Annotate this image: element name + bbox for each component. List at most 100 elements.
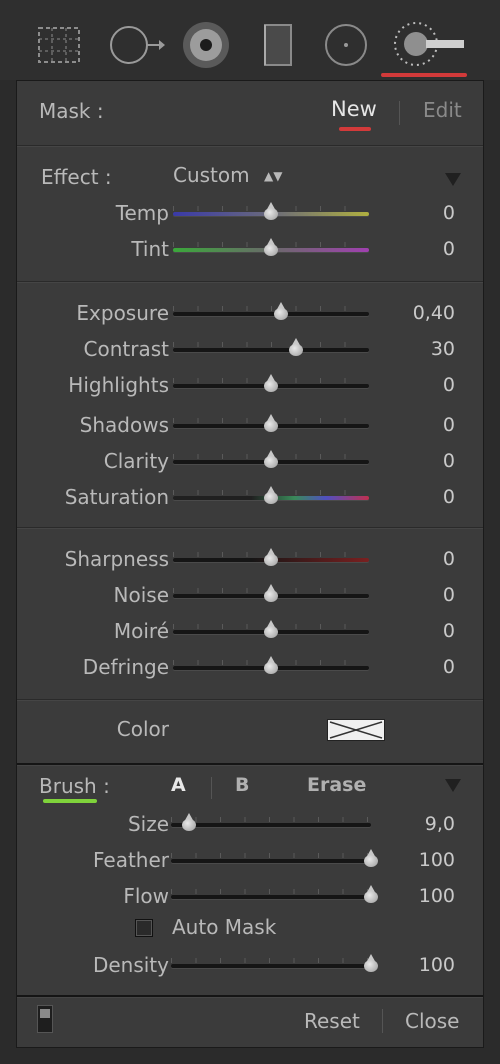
brush-erase-button[interactable]: Erase xyxy=(307,774,366,796)
slider-value[interactable]: 0 xyxy=(443,367,455,403)
slider-track[interactable] xyxy=(171,813,371,831)
slider-value[interactable]: 100 xyxy=(419,842,455,878)
divider xyxy=(17,527,483,528)
crop-overlay-icon[interactable] xyxy=(29,20,89,70)
slider-value[interactable]: 0 xyxy=(443,407,455,443)
mask-new-button[interactable]: New xyxy=(331,97,377,121)
slider-ticks xyxy=(171,958,371,963)
slider-track[interactable] xyxy=(173,656,369,674)
adjustment-brush-icon[interactable] xyxy=(390,20,470,70)
mask-label: Mask : xyxy=(39,99,104,123)
slider-label: Tint xyxy=(131,237,169,261)
brush-indicator xyxy=(43,799,97,803)
slider-label: Flow xyxy=(123,884,169,908)
slider-row-defringe: Defringe 0 xyxy=(17,649,483,685)
auto-mask-checkbox[interactable] xyxy=(135,919,153,937)
slider-track[interactable] xyxy=(173,486,369,504)
updown-arrows-icon: ▲▼ xyxy=(263,169,283,183)
section-divider xyxy=(17,763,483,765)
toggle-knob xyxy=(40,1009,50,1018)
footer-separator xyxy=(382,1009,383,1033)
slider-track[interactable] xyxy=(171,849,378,867)
color-swatch[interactable] xyxy=(327,719,385,741)
slider-value[interactable]: 0 xyxy=(443,577,455,613)
slider-row-tint: Tint 0 xyxy=(17,231,483,267)
slider-label: Feather xyxy=(92,848,169,872)
brush-collapse-triangle-icon[interactable] xyxy=(445,779,461,792)
slider-track[interactable] xyxy=(171,954,378,972)
effect-preset-dropdown[interactable]: Custom ▲▼ xyxy=(173,163,282,187)
slider-value[interactable]: 100 xyxy=(419,878,455,914)
slider-track[interactable] xyxy=(173,620,369,638)
mask-edit-button[interactable]: Edit xyxy=(423,98,462,122)
slider-thumb[interactable] xyxy=(262,584,280,602)
adjustment-brush-panel: Mask : New Edit Effect : Custom ▲▼ Temp 0… xyxy=(16,80,484,1048)
slider-label: Shadows xyxy=(79,413,169,437)
brush-b-button[interactable]: B xyxy=(235,774,249,796)
slider-row-saturation: Saturation 0 xyxy=(17,479,483,515)
slider-ticks xyxy=(171,853,371,858)
slider-thumb[interactable] xyxy=(272,302,290,320)
slider-thumb[interactable] xyxy=(362,849,380,867)
panel-toggle-switch[interactable] xyxy=(37,1005,53,1033)
slider-track[interactable] xyxy=(173,302,369,320)
graduated-filter-icon[interactable] xyxy=(248,20,308,70)
slider-label: Temp xyxy=(115,201,169,225)
slider-label: Defringe xyxy=(82,655,169,679)
slider-label: Saturation xyxy=(64,485,169,509)
slider-label: Exposure xyxy=(76,301,169,325)
slider-thumb[interactable] xyxy=(262,414,280,432)
footer-divider xyxy=(17,995,483,997)
reset-button[interactable]: Reset xyxy=(304,1009,360,1033)
slider-label: Noise xyxy=(113,583,169,607)
mask-separator xyxy=(399,101,400,125)
slider-thumb[interactable] xyxy=(287,338,305,356)
red-eye-icon[interactable] xyxy=(176,20,236,70)
slider-thumb[interactable] xyxy=(362,954,380,972)
slider-thumb[interactable] xyxy=(362,885,380,903)
slider-value[interactable]: 0 xyxy=(443,479,455,515)
slider-track[interactable] xyxy=(171,885,378,903)
spot-removal-icon[interactable] xyxy=(105,20,165,70)
slider-thumb[interactable] xyxy=(262,620,280,638)
slider-value[interactable]: 30 xyxy=(431,331,455,367)
slider-thumb[interactable] xyxy=(262,202,280,220)
slider-thumb[interactable] xyxy=(180,813,198,831)
slider-track[interactable] xyxy=(173,374,369,392)
slider-value[interactable]: 0 xyxy=(443,613,455,649)
slider-value[interactable]: 0 xyxy=(443,541,455,577)
slider-row-density: Density 100 xyxy=(17,947,483,983)
mask-new-indicator xyxy=(339,127,371,131)
close-button[interactable]: Close xyxy=(405,1009,459,1033)
slider-track[interactable] xyxy=(173,338,369,356)
slider-track[interactable] xyxy=(173,450,369,468)
slider-label: Clarity xyxy=(103,449,169,473)
slider-track[interactable] xyxy=(173,238,369,256)
slider-thumb[interactable] xyxy=(262,374,280,392)
slider-value[interactable]: 9,0 xyxy=(425,806,455,842)
slider-thumb[interactable] xyxy=(262,486,280,504)
effect-collapse-triangle-icon[interactable] xyxy=(445,173,461,186)
slider-value[interactable]: 0 xyxy=(443,649,455,685)
slider-track[interactable] xyxy=(173,414,369,432)
slider-thumb[interactable] xyxy=(262,656,280,674)
slider-value[interactable]: 0 xyxy=(443,195,455,231)
slider-track[interactable] xyxy=(173,202,369,220)
slider-thumb[interactable] xyxy=(262,450,280,468)
slider-track[interactable] xyxy=(173,584,369,602)
slider-row-feather: Feather 100 xyxy=(17,842,483,878)
slider-row-noise: Noise 0 xyxy=(17,577,483,613)
slider-value[interactable]: 0 xyxy=(443,443,455,479)
slider-value[interactable]: 0,40 xyxy=(413,295,455,331)
slider-thumb[interactable] xyxy=(262,238,280,256)
slider-row-size: Size 9,0 xyxy=(17,806,483,842)
slider-row-moir-: Moiré 0 xyxy=(17,613,483,649)
brush-a-button[interactable]: A xyxy=(171,774,186,796)
radial-filter-icon[interactable] xyxy=(316,20,376,70)
slider-track[interactable] xyxy=(173,548,369,566)
slider-value[interactable]: 100 xyxy=(419,947,455,983)
slider-row-flow: Flow 100 xyxy=(17,878,483,914)
tool-strip xyxy=(0,0,500,80)
slider-thumb[interactable] xyxy=(262,548,280,566)
slider-value[interactable]: 0 xyxy=(443,231,455,267)
